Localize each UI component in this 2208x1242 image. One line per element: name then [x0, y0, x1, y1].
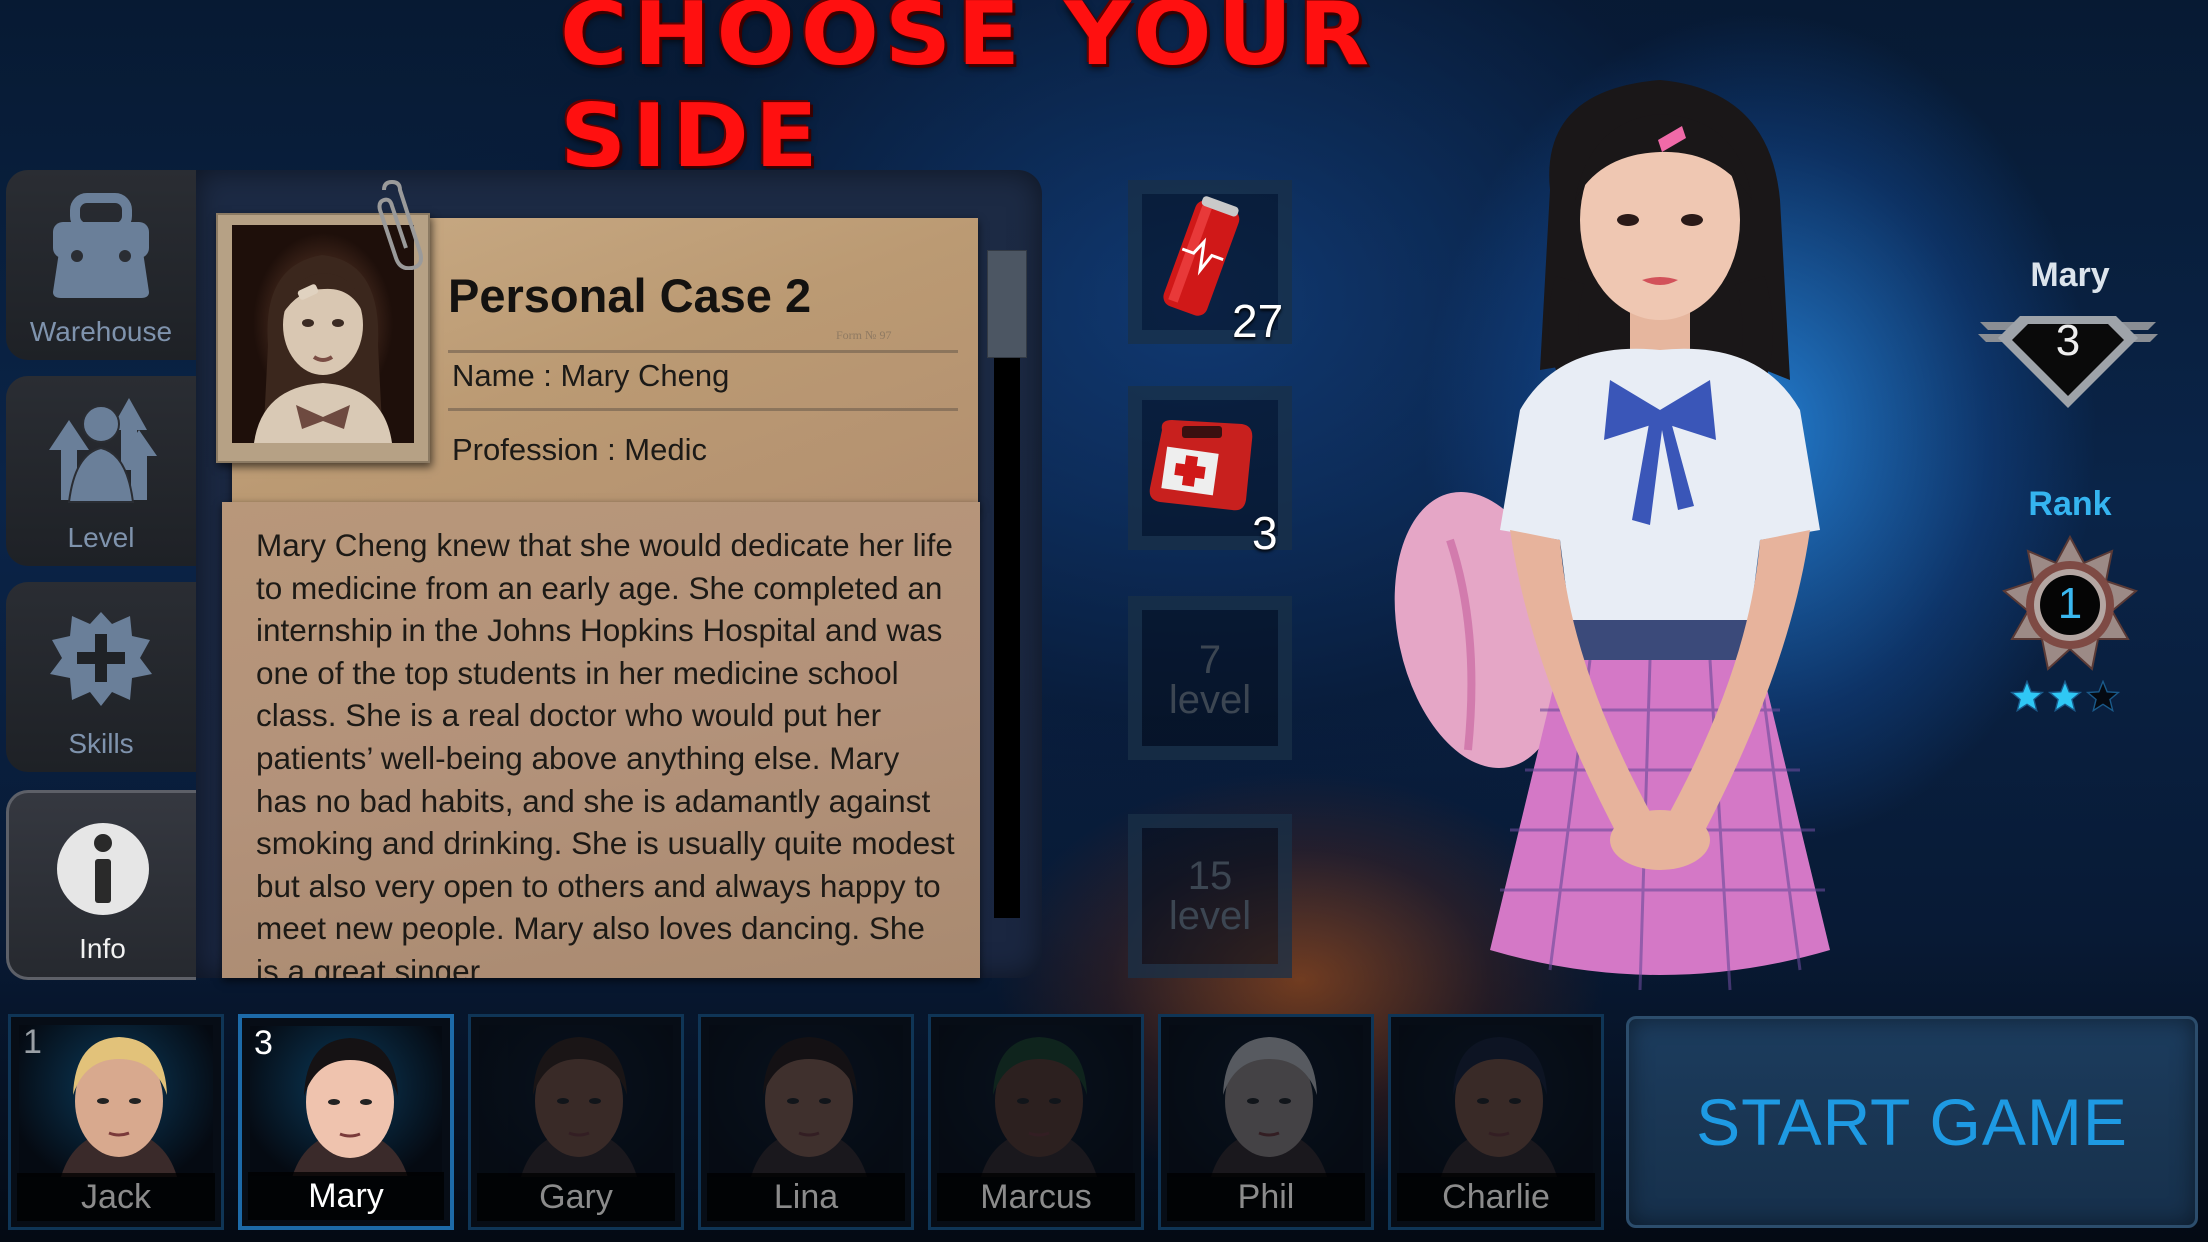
name-field: Name : Mary Cheng — [452, 358, 730, 393]
profession-field: Profession : Medic — [452, 432, 707, 467]
item-slot-locked-level-7: 7 level — [1128, 596, 1292, 760]
first-aid-bag-icon — [1142, 410, 1262, 525]
sidebar-item-info[interactable]: Info — [6, 790, 196, 980]
roster-card-gary[interactable]: Gary — [468, 1014, 684, 1230]
roster-name: Mary — [248, 1172, 444, 1220]
roster-name: Phil — [1167, 1173, 1365, 1221]
roster-portrait — [479, 1025, 673, 1177]
roster-card-marcus[interactable]: Marcus — [928, 1014, 1144, 1230]
roster-card-phil[interactable]: Phil — [1158, 1014, 1374, 1230]
roster-name: Gary — [477, 1173, 675, 1221]
sidebar-item-label: Info — [79, 933, 126, 964]
roster-name: Lina — [707, 1173, 905, 1221]
item-count: 3 — [1252, 507, 1278, 559]
roster-level: 3 — [254, 1024, 273, 1062]
sidebar-item-warehouse[interactable]: Warehouse — [6, 170, 196, 360]
divider — [448, 408, 958, 411]
roster-portrait — [709, 1025, 903, 1177]
bio-scrollbar-thumb[interactable] — [987, 250, 1027, 358]
rank-medal-icon: 1 — [2000, 534, 2140, 680]
sidebar-item-label: Skills — [68, 728, 134, 759]
unlock-level-label: level — [1168, 894, 1252, 938]
sidebar-item-label: Level — [67, 522, 135, 553]
level-up-icon — [41, 390, 161, 515]
unlock-level-number: 15 — [1187, 854, 1233, 898]
roster-card-charlie[interactable]: Charlie — [1388, 1014, 1604, 1230]
roster-level: 1 — [23, 1023, 42, 1061]
star-filled-icon — [2009, 679, 2045, 717]
roster-card-lina[interactable]: Lina — [698, 1014, 914, 1230]
rank-stars — [2009, 679, 2121, 717]
unlock-level-label: level — [1168, 678, 1252, 722]
divider — [448, 350, 958, 353]
info-icon — [53, 819, 153, 924]
roster-portrait — [19, 1025, 213, 1177]
roster-name: Charlie — [1397, 1173, 1595, 1221]
roster-portrait — [1399, 1025, 1593, 1177]
level-badge: 3 — [1978, 302, 2158, 417]
star-filled-icon — [2047, 679, 2083, 717]
roster-portrait — [1169, 1025, 1363, 1177]
character-name: Mary — [2030, 256, 2110, 294]
bio-sheet: Mary Cheng knew that she would dedicate … — [222, 502, 980, 978]
character-bio: Mary Cheng knew that she would dedicate … — [256, 527, 955, 978]
roster-card-jack[interactable]: 1 Jack — [8, 1014, 224, 1230]
skills-plus-icon — [46, 608, 156, 713]
rank-number: 1 — [2057, 579, 2083, 628]
item-slot-locked-level-15: 15 level — [1128, 814, 1292, 978]
start-game-button[interactable]: START GAME — [1626, 1016, 2198, 1228]
sidebar-item-skills[interactable]: Skills — [6, 582, 196, 772]
item-slot-medkit[interactable]: 3 — [1128, 386, 1292, 559]
form-number: Form № 97 — [836, 328, 892, 342]
sidebar-item-label: Warehouse — [29, 316, 173, 347]
level-number: 3 — [2055, 316, 2081, 365]
roster-name: Marcus — [937, 1173, 1135, 1221]
rank-label: Rank — [2028, 485, 2112, 523]
paperclip-icon — [370, 179, 430, 275]
briefcase-icon — [45, 192, 157, 307]
roster-portrait — [939, 1025, 1133, 1177]
dossier-title: Personal Case 2 — [448, 269, 812, 322]
roster-card-mary[interactable]: 3 Mary — [238, 1014, 454, 1230]
item-count: 27 — [1232, 295, 1284, 347]
roster-name: Jack — [17, 1173, 215, 1221]
roster-portrait — [250, 1026, 442, 1176]
character-portrait-mary — [1360, 70, 1920, 1020]
star-empty-icon — [2085, 679, 2121, 717]
unlock-level-number: 7 — [1198, 638, 1222, 682]
item-slot-energy-drink[interactable]: 27 — [1128, 180, 1292, 347]
sidebar-item-level[interactable]: Level — [6, 376, 196, 566]
